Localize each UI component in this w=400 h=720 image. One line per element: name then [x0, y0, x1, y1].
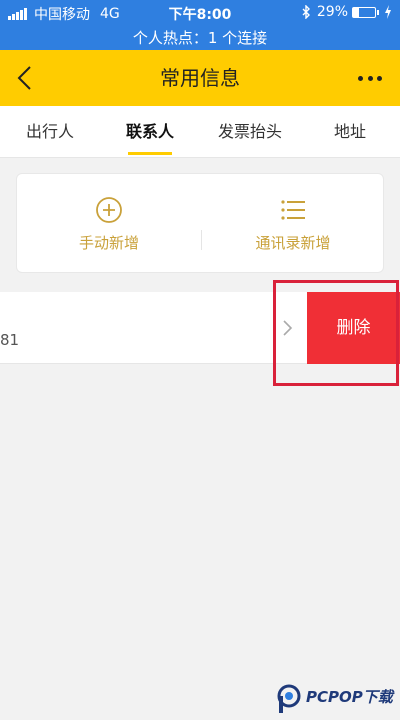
- navbar: 常用信息: [0, 50, 400, 106]
- watermark: PCPOP下载: [276, 682, 396, 716]
- chevron-right-icon: [283, 320, 293, 336]
- watermark-text: PCPOP下载: [306, 688, 393, 706]
- battery-percent: 29%: [316, 4, 348, 20]
- battery-fill: [353, 7, 360, 17]
- contact-phone: 81: [0, 331, 20, 349]
- manual-add-label: 手动新增: [78, 234, 139, 252]
- tab-address[interactable]: 地址: [300, 106, 400, 157]
- charging-icon: [385, 5, 391, 19]
- tab-travelers[interactable]: 出行人: [0, 106, 100, 157]
- manual-add-button[interactable]: 手动新增: [17, 174, 201, 274]
- battery-icon: [352, 6, 379, 18]
- status-right: 29%: [301, 4, 392, 20]
- bluetooth-icon: [302, 5, 310, 19]
- plus-circle-icon: [96, 197, 122, 223]
- hotspot-banner[interactable]: 个人热点：1 个连接: [0, 26, 400, 50]
- more-dot: [358, 75, 363, 81]
- more-dot: [377, 75, 382, 81]
- tab-invoice-title[interactable]: 发票抬头: [200, 106, 300, 157]
- contacts-add-button[interactable]: 通讯录新增: [201, 174, 385, 274]
- contacts-add-label: 通讯录新增: [255, 234, 331, 252]
- add-contact-card: 手动新增 通讯录新增: [16, 173, 384, 273]
- pcpop-logo-icon: [277, 684, 301, 713]
- delete-button[interactable]: 删除: [307, 292, 400, 364]
- tab-bar: 出行人 联系人 发票抬头 地址: [0, 106, 400, 158]
- more-button[interactable]: [358, 66, 382, 90]
- more-dot: [367, 75, 373, 81]
- list-icon: [281, 200, 305, 220]
- page-title: 常用信息: [160, 66, 240, 90]
- status-bar: 中国移动 4G 下午8:00 29%: [0, 0, 400, 26]
- tab-contacts[interactable]: 联系人: [100, 106, 200, 157]
